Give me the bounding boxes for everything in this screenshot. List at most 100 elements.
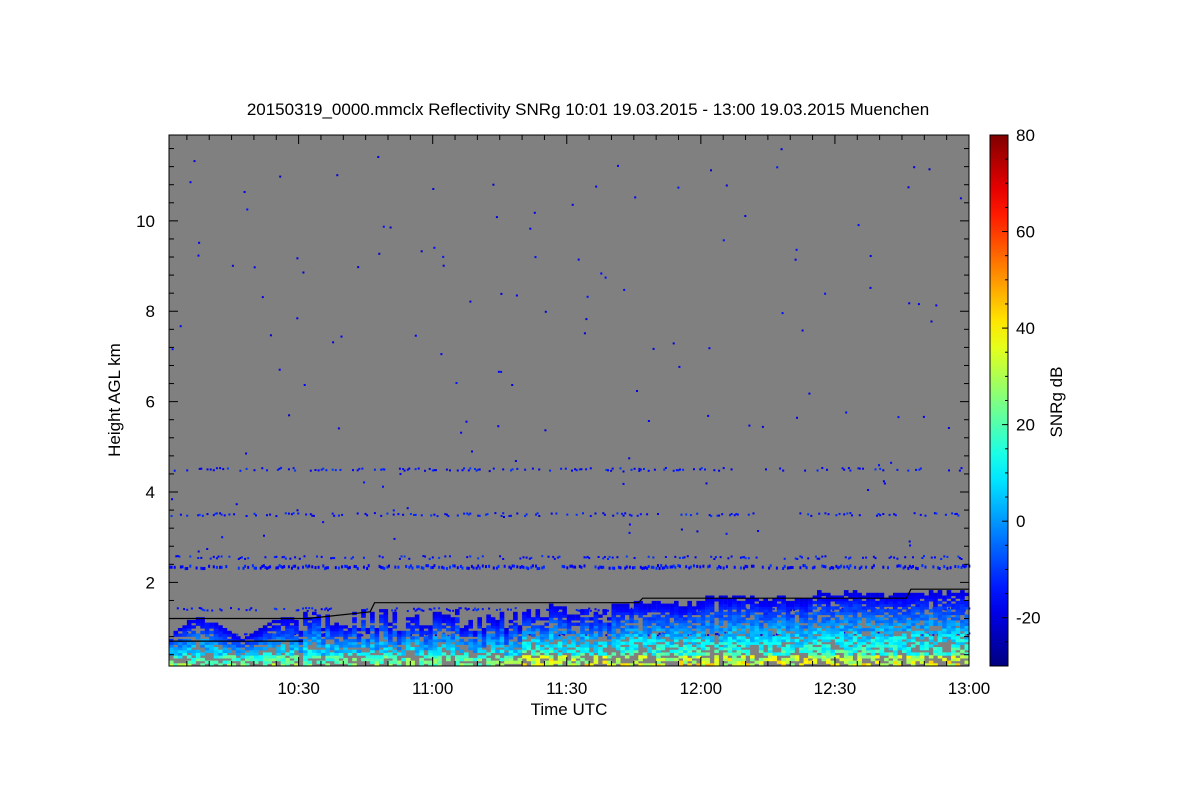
echo-pixel — [937, 590, 943, 594]
echo-pixel — [472, 630, 478, 635]
echo-pixel — [531, 649, 536, 653]
band-pixel — [408, 467, 411, 470]
echo-pixel — [776, 622, 782, 626]
band-pixel — [409, 513, 412, 515]
echo-pixel — [191, 657, 196, 662]
band-pixel — [337, 514, 340, 517]
speckle — [460, 431, 463, 434]
speckle — [672, 342, 675, 345]
band-pixel — [588, 557, 591, 560]
speckle — [278, 368, 281, 371]
speckle — [336, 174, 339, 177]
band-pixel — [865, 565, 868, 569]
band-pixel — [503, 564, 506, 568]
band-pixel — [660, 564, 663, 568]
echo-pixel — [745, 619, 751, 624]
echo-pixel — [388, 660, 393, 664]
echo-pixel — [866, 636, 871, 640]
echo-pixel — [262, 652, 268, 656]
band-pixel — [322, 564, 325, 568]
echo-pixel — [240, 660, 246, 664]
echo-pixel — [204, 622, 210, 626]
band-pixel — [287, 468, 290, 471]
speckle — [571, 203, 574, 206]
band-pixel — [807, 557, 810, 560]
speckle — [586, 295, 589, 298]
echo-pixel — [508, 619, 514, 624]
band-pixel — [879, 467, 882, 470]
band-pixel — [247, 565, 250, 569]
echo-pixel — [459, 649, 465, 653]
echo-pixel — [960, 619, 965, 624]
echo-pixel — [271, 625, 277, 629]
band-pixel — [696, 564, 699, 568]
band-pixel — [433, 564, 436, 568]
echo-pixel — [915, 630, 920, 635]
speckle — [748, 424, 751, 427]
echo-pixel — [745, 609, 751, 613]
echo-pixel — [776, 652, 782, 656]
echo-pixel — [897, 636, 903, 640]
speckle — [189, 181, 192, 184]
band-pixel — [860, 565, 863, 569]
band-pixel — [472, 566, 475, 570]
echo-pixel — [352, 625, 357, 629]
speckle — [495, 216, 498, 219]
x-tick-label: 10:30 — [277, 679, 320, 698]
band-pixel — [264, 556, 267, 559]
band-pixel — [181, 565, 184, 569]
echo-pixel — [812, 611, 818, 616]
echo-pixel — [535, 609, 541, 613]
echo-pixel — [253, 647, 259, 651]
echo-pixel — [897, 655, 903, 659]
echo-pixel — [535, 636, 541, 640]
speckle — [908, 302, 911, 305]
echo-pixel — [893, 622, 898, 626]
speckle — [197, 550, 200, 553]
echo-pixel — [665, 657, 670, 662]
plot-area — [168, 134, 971, 667]
band-pixel — [513, 564, 516, 568]
echo-pixel — [611, 638, 617, 643]
band-pixel — [935, 512, 938, 515]
band-pixel — [862, 556, 864, 559]
echo-pixel — [526, 628, 532, 632]
echo-pixel — [817, 611, 822, 616]
band-pixel — [325, 607, 328, 610]
echo-pixel — [356, 633, 362, 637]
speckle — [514, 460, 517, 462]
echo-pixel — [352, 657, 357, 662]
band-pixel — [398, 557, 401, 560]
band-pixel — [719, 556, 722, 559]
band-pixel — [616, 556, 619, 559]
echo-pixel — [834, 606, 840, 610]
band-pixel — [943, 565, 946, 569]
echo-pixel — [508, 630, 514, 635]
echo-pixel — [352, 617, 357, 621]
band-pixel — [589, 609, 592, 612]
echo-pixel — [812, 606, 818, 610]
echo-pixel — [924, 652, 929, 656]
band-pixel — [280, 466, 283, 469]
echo-pixel — [258, 647, 263, 651]
echo-pixel — [821, 592, 827, 597]
echo-pixel — [884, 657, 889, 662]
speckle — [959, 197, 962, 200]
band-pixel — [449, 609, 451, 612]
echo-pixel — [472, 657, 478, 662]
echo-pixel — [374, 628, 380, 632]
echo-pixel — [732, 652, 737, 656]
echo-pixel — [388, 628, 393, 632]
band-pixel — [674, 555, 677, 558]
band-pixel — [294, 564, 297, 568]
echo-pixel — [298, 630, 304, 635]
colorbar-label: SNRg dB — [1047, 367, 1066, 438]
speckle — [245, 452, 248, 455]
echo-pixel — [951, 611, 956, 616]
band-pixel — [840, 564, 843, 568]
band-pixel — [402, 513, 405, 516]
echo-pixel — [584, 636, 590, 640]
echo-pixel — [361, 619, 366, 624]
echo-pixel — [758, 636, 764, 640]
echo-pixel — [191, 649, 196, 653]
